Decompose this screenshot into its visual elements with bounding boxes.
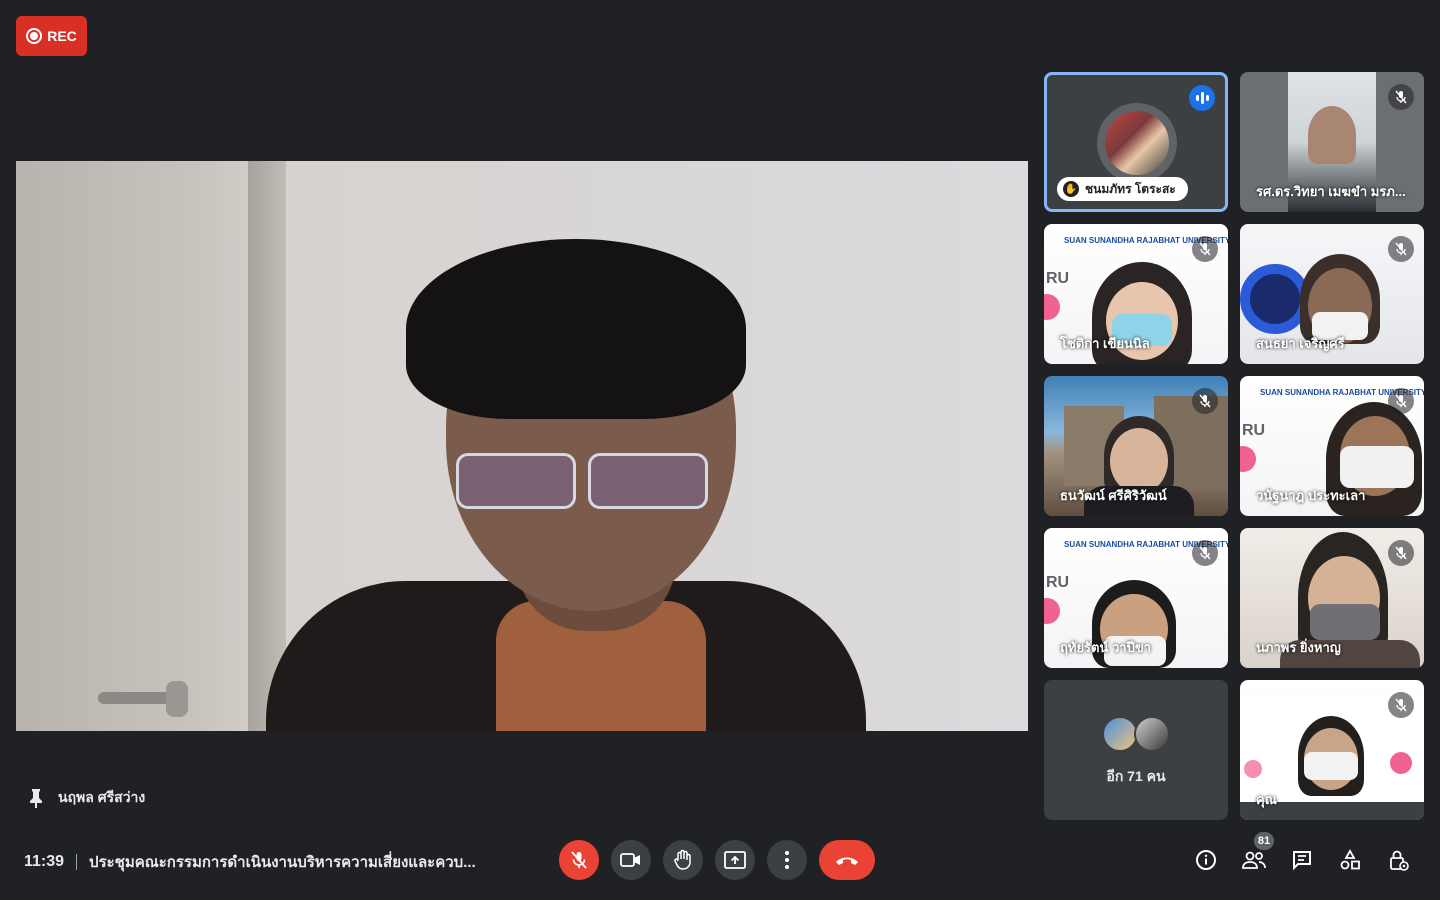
main-speaker-video[interactable] [16,161,1028,731]
clock-time: 11:39 [24,853,65,870]
door-edge [248,161,286,731]
ru-logo-text: RU [1046,270,1070,287]
avatar [1097,103,1177,183]
people-icon [1242,851,1266,869]
participant-name: วนัฐนาฎ ประทะเลา [1256,488,1366,503]
participant-name: สนธยา เจริญศรี [1256,336,1345,351]
pinned-participant-label: นฤพล ศรีสว่าง [26,787,145,809]
recording-indicator[interactable]: REC [16,16,87,56]
face-mask [1310,604,1380,640]
mic-off-icon [1192,540,1218,566]
raise-hand-icon [674,849,691,870]
call-end-icon [836,857,858,865]
side-panel-controls: 81 [1186,832,1418,880]
participant-name: คุณ [1256,792,1277,807]
participant-tile[interactable]: นภาพร ยิ่งหาญ [1240,528,1424,668]
avatar-stack [1102,716,1170,752]
present-screen-button[interactable] [715,840,755,880]
door-handle-base [166,681,188,717]
mic-toggle-button[interactable] [559,840,599,880]
participant-name: ธนวัฒน์ ศรีศิริวัฒน์ [1060,488,1167,503]
activities-button[interactable] [1330,840,1370,880]
participant-tile[interactable]: SUAN SUNANDHA RAJABHAT UNIVERSITY RU โชต… [1044,224,1228,364]
face-mask [1340,446,1414,488]
more-options-button[interactable] [767,840,807,880]
pinned-name: นฤพล ศรีสว่าง [58,789,146,805]
mic-off-icon [1192,388,1218,414]
chat-button[interactable] [1282,840,1322,880]
meet-window: REC นฤพล ศรีสว่าง ✋ ชนมภัทร โตระสะ รศ.ดร… [0,0,1440,900]
mic-off-icon [1388,84,1414,110]
meeting-title: ประชุมคณะกรรมการดำเนินงานบริหารความเสี่ย… [89,854,476,871]
recording-label: REC [47,28,77,44]
ru-logo-text: RU [1046,574,1070,591]
speaker-glasses-left [456,453,576,509]
mic-off-icon [571,851,587,869]
participant-tile[interactable]: รศ.ดร.วิทยา เมฆขำ มรภ... [1240,72,1424,212]
decor-dot [1044,294,1060,320]
record-icon [26,28,43,44]
more-participants-label: อีก 71 คน [1106,768,1166,784]
videocam-icon [620,853,640,867]
speaking-icon [1189,85,1215,111]
participant-tile[interactable]: ✋ ชนมภัทร โตระสะ [1044,72,1228,212]
participant-tile[interactable]: SUAN SUNANDHA RAJABHAT UNIVERSITY RU วนั… [1240,376,1424,516]
mic-off-icon [1388,540,1414,566]
info-icon [1196,850,1216,870]
chat-icon [1293,851,1311,871]
participant-name: ชนมภัทร โตระสะ [1085,181,1176,196]
ru-logo-text: RU [1242,422,1266,439]
mic-off-icon [1192,236,1218,262]
person-figure [1308,106,1356,164]
speaker-hair [406,239,746,419]
participant-name: นภาพร ยิ่งหาญ [1256,640,1341,655]
host-controls-icon [1390,850,1409,871]
participant-count-badge: 81 [1254,832,1274,850]
people-button[interactable]: 81 [1234,832,1274,880]
speaker-glasses-right [588,453,708,509]
call-controls [559,840,875,880]
participant-name: รศ.ดร.วิทยา เมฆขำ มรภ... [1256,184,1406,199]
mic-off-icon [1388,236,1414,262]
decor-dot [1244,760,1262,778]
pin-icon[interactable] [26,787,46,809]
hand-icon: ✋ [1063,181,1079,197]
participant-tile[interactable]: ธนวัฒน์ ศรีศิริวัฒน์ [1044,376,1228,516]
divider [76,854,78,870]
more-participants-tile[interactable]: อีก 71 คน [1044,680,1228,820]
meeting-details-button[interactable] [1186,840,1226,880]
face-mask [1304,752,1358,780]
decor-dot [1044,598,1060,624]
mic-off-icon [1388,388,1414,414]
participant-tile[interactable]: คุณ [1240,680,1424,820]
decor-dot [1390,752,1412,774]
raise-hand-button[interactable] [663,840,703,880]
camera-toggle-button[interactable] [611,840,651,880]
raised-hand-badge: ✋ ชนมภัทร โตระสะ [1057,177,1188,201]
avatar [1102,716,1138,752]
participant-name: ฤทัยรัตน์ วาปีขา [1060,640,1152,655]
participant-tile[interactable]: SUAN SUNANDHA RAJABHAT UNIVERSITY RU ฤทั… [1044,528,1228,668]
decor-dot [1240,446,1256,472]
participant-tile[interactable]: สนธยา เจริญศรี [1240,224,1424,364]
participant-name: โชติกา เขียนนิล [1060,336,1150,351]
activities-icon [1340,849,1360,870]
avatar [1134,716,1170,752]
meeting-info: 11:39 ประชุมคณะกรรมการดำเนินงานบริหารควา… [24,850,476,874]
host-controls-button[interactable] [1378,840,1418,880]
more-vert-icon [785,851,789,869]
present-screen-icon [724,851,746,869]
leave-call-button[interactable] [819,840,875,880]
mic-off-icon [1388,692,1414,718]
